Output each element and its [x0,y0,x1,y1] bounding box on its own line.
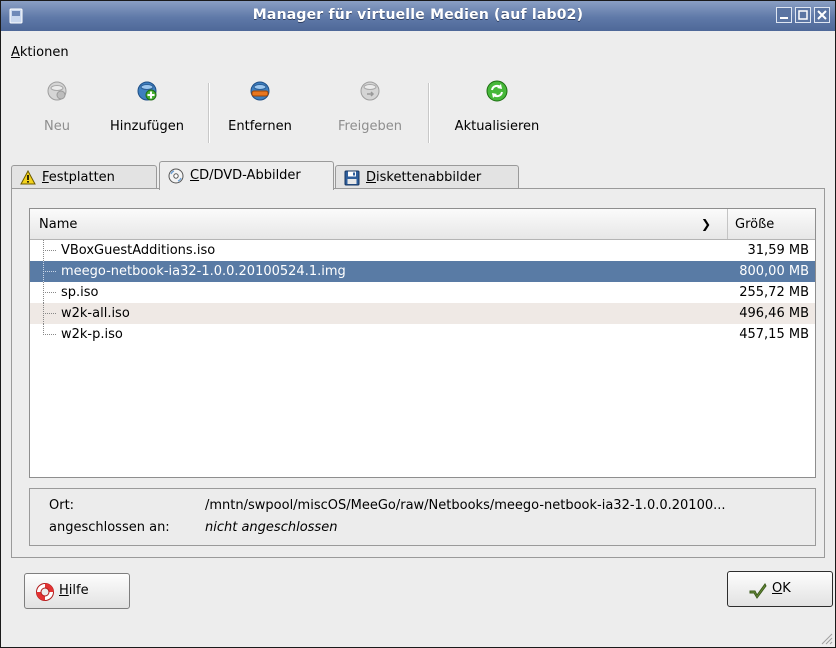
close-button[interactable] [814,7,830,23]
release-label: Freigeben [338,119,402,134]
toolbar-separator [208,83,210,143]
ok-accel: O [772,581,783,596]
maximize-icon [798,10,808,20]
list-item[interactable]: w2k-p.iso 457,15 MB [30,324,815,345]
list-item[interactable]: meego-netbook-ia32-1.0.0.20100524.1.img … [30,261,815,282]
tab-cd-dvd-label: D/DVD-Abbilder [199,168,301,183]
remove-disk-icon [250,81,270,101]
tree-connector [43,240,59,261]
tab-hard-disks[interactable]: Festplatten [11,165,157,189]
help-button[interactable]: Hilfe [24,573,130,609]
toolbar-separator [428,83,430,143]
tree-connector [43,282,59,303]
tab-floppy-accel: D [366,170,377,185]
column-header-size[interactable]: Größe [727,209,815,239]
attached-to-value: nicht angeschlossen [205,520,338,535]
media-list[interactable]: Name ❯ Größe VBoxGuestAdditions.iso 31,5… [29,208,816,478]
refresh-button[interactable]: Aktualisieren [444,79,550,134]
ok-label: K [782,581,791,596]
remove-button[interactable]: Entfernen [225,79,295,134]
image-size: 31,59 MB [747,243,809,258]
floppy-icon [344,170,360,186]
list-header: Name ❯ Größe [30,209,815,240]
list-item[interactable]: sp.iso 255,72 MB [30,282,815,303]
virtual-media-manager-window: Manager für virtuelle Medien (auf lab02)… [0,0,836,648]
ok-check-icon [749,583,767,599]
warning-icon [20,170,36,185]
list-rows: VBoxGuestAdditions.iso 31,59 MB meego-ne… [30,240,815,345]
refresh-icon [486,80,508,102]
menu-actions[interactable]: Aktionen [11,45,69,60]
image-name: w2k-p.iso [61,327,123,342]
add-label: Hinzufügen [110,119,184,134]
help-label: ilfe [68,583,89,598]
list-item[interactable]: w2k-all.iso 496,46 MB [30,303,815,324]
menu-bar: Aktionen [1,37,835,63]
image-name: meego-netbook-ia32-1.0.0.20100524.1.img [61,264,346,279]
ok-button[interactable]: OK [727,571,833,607]
lifebuoy-icon [36,583,54,601]
remove-label: Entfernen [228,119,292,134]
image-size: 457,15 MB [739,327,809,342]
image-size: 255,72 MB [739,285,809,300]
new-disk-icon [47,81,67,101]
attached-to-label: angeschlossen an: [49,520,170,535]
title-bar[interactable]: Manager für virtuelle Medien (auf lab02) [1,1,835,31]
menu-actions-label: ktionen [19,45,69,60]
tab-hard-disks-accel: F [42,170,49,185]
tree-connector [43,261,59,282]
add-disk-icon [137,81,157,101]
tree-connector [43,324,59,345]
details-box: Ort: /mntn/swpool/miscOS/MeeGo/raw/Netbo… [29,488,816,546]
image-name: VBoxGuestAdditions.iso [61,243,216,258]
location-label: Ort: [49,498,75,513]
tree-connector [43,303,59,324]
image-name: w2k-all.iso [61,306,130,321]
tab-floppy-images[interactable]: Diskettenabbilder [335,165,519,189]
new-button[interactable]: Neu [35,79,79,134]
tab-cd-dvd-accel: C [190,168,200,183]
refresh-label: Aktualisieren [454,119,540,134]
image-size: 800,00 MB [739,264,809,279]
list-item[interactable]: VBoxGuestAdditions.iso 31,59 MB [30,240,815,261]
help-accel: H [59,583,69,598]
add-button[interactable]: Hinzufügen [101,79,193,134]
tab-cd-dvd-images[interactable]: CD/DVD-Abbilder [159,161,334,190]
resize-grip-icon[interactable] [819,631,833,645]
window-title: Manager für virtuelle Medien (auf lab02) [252,7,584,23]
toolbar: Neu Hinzufügen Entfernen Freigeben Aktua… [1,79,835,149]
minimize-button[interactable] [776,7,792,23]
release-disk-icon [360,81,380,101]
menu-actions-accel: A [11,45,20,60]
minimize-icon [780,17,788,19]
column-header-name[interactable]: Name [39,217,77,232]
release-button[interactable]: Freigeben [329,79,411,134]
image-size: 496,46 MB [739,306,809,321]
maximize-button[interactable] [795,7,811,23]
tab-floppy-label: iskettenabbilder [376,170,482,185]
location-value: /mntn/swpool/miscOS/MeeGo/raw/Netbooks/m… [205,498,726,513]
new-label: Neu [44,119,70,134]
cd-icon [168,168,184,184]
close-icon [817,10,827,20]
tab-hard-disks-label: estplatten [48,170,115,185]
image-name: sp.iso [61,285,99,300]
sort-chevron-icon[interactable]: ❯ [701,217,711,231]
